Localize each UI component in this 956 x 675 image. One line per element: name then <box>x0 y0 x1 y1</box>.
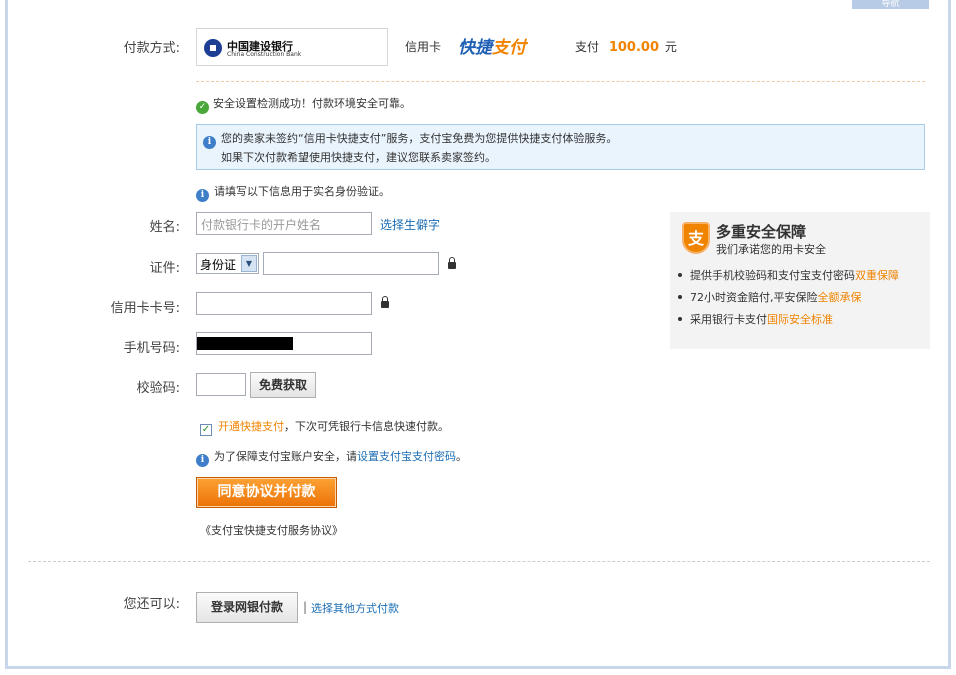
promo-item-text: 采用银行卡支付 <box>690 313 767 326</box>
agreement-link[interactable]: 《支付宝快捷支付服务协议》 <box>200 522 343 538</box>
phone-label: 手机号码: <box>123 341 180 356</box>
corner-tab[interactable]: 导航 <box>852 0 929 9</box>
realname-hint: 请填写以下信息用于实名身份验证。 <box>214 185 390 198</box>
promo-item: 提供手机校验码和支付宝支付密码双重保障 <box>678 267 899 283</box>
id-number-input[interactable] <box>263 252 439 275</box>
kuaijie-logo-part2: 支付 <box>492 38 526 58</box>
password-hint-line: i 为了保障支付宝账户安全，请设置支付宝支付密码。 <box>196 448 467 467</box>
pay-amount: 100.00 <box>608 40 660 55</box>
promo-item: 采用银行卡支付国际安全标准 <box>678 311 833 327</box>
lock-icon <box>381 296 389 308</box>
security-promo-panel: 支 多重安全保障 我们承诺您的用卡安全 提供手机校验码和支付宝支付密码双重保障 … <box>670 212 930 349</box>
code-input[interactable] <box>196 373 246 396</box>
realname-hint-line: i 请填写以下信息用于实名身份验证。 <box>196 183 390 202</box>
security-ok-line: ✓ 安全设置检测成功！付款环境安全可靠。 <box>196 95 411 114</box>
agree-and-pay-button[interactable]: 同意协议并付款 <box>196 477 337 508</box>
password-hint-prefix: 为了保障支付宝账户安全，请 <box>214 450 357 463</box>
promo-item-text: 72小时资金赔付,平安保险 <box>690 291 818 304</box>
other-methods-link[interactable]: 选择其他方式付款 <box>311 600 399 616</box>
name-input[interactable]: 付款银行卡的开户姓名 <box>196 212 372 235</box>
promo-item-highlight: 全额承保 <box>817 291 862 304</box>
ccb-emblem-icon <box>204 39 222 57</box>
lock-icon <box>448 257 456 269</box>
promo-item-text: 提供手机校验码和支付宝支付密码 <box>690 269 855 282</box>
bullet-icon <box>678 273 682 277</box>
code-label: 校验码: <box>136 381 180 396</box>
check-circle-icon: ✓ <box>196 101 209 114</box>
enable-kuaijie-line: ✓ 开通快捷支付，下次可凭银行卡信息快速付款。 <box>200 418 449 436</box>
name-label: 姓名: <box>149 220 180 235</box>
get-code-button[interactable]: 免费获取 <box>250 372 316 398</box>
enable-kuaijie-checkbox[interactable]: ✓ <box>200 424 212 436</box>
divider-bottom <box>28 561 930 562</box>
card-number-input[interactable] <box>196 292 372 315</box>
rare-char-link[interactable]: 选择生僻字 <box>380 216 440 233</box>
promo-item-highlight: 国际安全标准 <box>767 313 833 326</box>
kuaijie-logo: 快捷支付 <box>458 33 526 58</box>
set-password-link[interactable]: 设置支付宝支付密码 <box>357 450 456 463</box>
promo-item-highlight: 双重保障 <box>855 269 899 282</box>
enable-kuaijie-text: ，下次可凭银行卡信息快速付款。 <box>284 420 449 433</box>
bullet-icon <box>678 295 682 299</box>
card-type: 信用卡 <box>405 40 442 54</box>
security-ok-text: 安全设置检测成功！付款环境安全可靠。 <box>213 97 411 110</box>
id-label: 证件: <box>149 261 180 276</box>
info-icon: i <box>203 136 216 149</box>
notice-line2: 如果下次付款希望使用快捷支付，建议您联系卖家签约。 <box>221 151 496 164</box>
notice-box: i 您的卖家未签约“信用卡快捷支付”服务，支付宝免费为您提供快捷支付体验服务。 如… <box>196 124 925 170</box>
bullet-icon <box>678 317 682 321</box>
pay-amount-row: 支付 100.00 元 <box>575 38 677 55</box>
bank-name-en: China Construction Bank <box>227 51 302 58</box>
info-icon: i <box>196 454 209 467</box>
phone-input[interactable] <box>196 332 372 355</box>
divider-top <box>196 81 925 82</box>
promo-title: 多重安全保障 <box>716 223 807 241</box>
promo-item: 72小时资金赔付,平安保险全额承保 <box>678 289 862 305</box>
notice-line1: 您的卖家未签约“信用卡快捷支付”服务，支付宝免费为您提供快捷支付体验服务。 <box>221 132 618 145</box>
enable-kuaijie-link[interactable]: 开通快捷支付 <box>218 420 284 433</box>
chevron-down-icon[interactable]: ▼ <box>241 255 257 272</box>
info-icon: i <box>196 189 209 202</box>
netbank-pay-button[interactable]: 登录网银付款 <box>196 592 298 623</box>
pay-label: 支付 <box>575 40 600 54</box>
bank-logo-box: 中国建设银行 China Construction Bank <box>196 28 388 66</box>
kuaijie-logo-part1: 快捷 <box>458 38 492 58</box>
card-number-label: 信用卡卡号: <box>110 301 180 316</box>
also-can-label: 您还可以: <box>123 597 180 612</box>
password-hint-suffix: 。 <box>456 450 467 463</box>
id-type-value: 身份证 <box>200 258 237 272</box>
currency: 元 <box>664 40 677 54</box>
payment-method-label: 付款方式: <box>123 41 180 56</box>
shield-icon: 支 <box>682 222 710 254</box>
promo-subtitle: 我们承诺您的用卡安全 <box>716 243 826 256</box>
id-type-select[interactable]: 身份证 ▼ <box>196 253 259 274</box>
footer-separator: | <box>303 600 308 614</box>
